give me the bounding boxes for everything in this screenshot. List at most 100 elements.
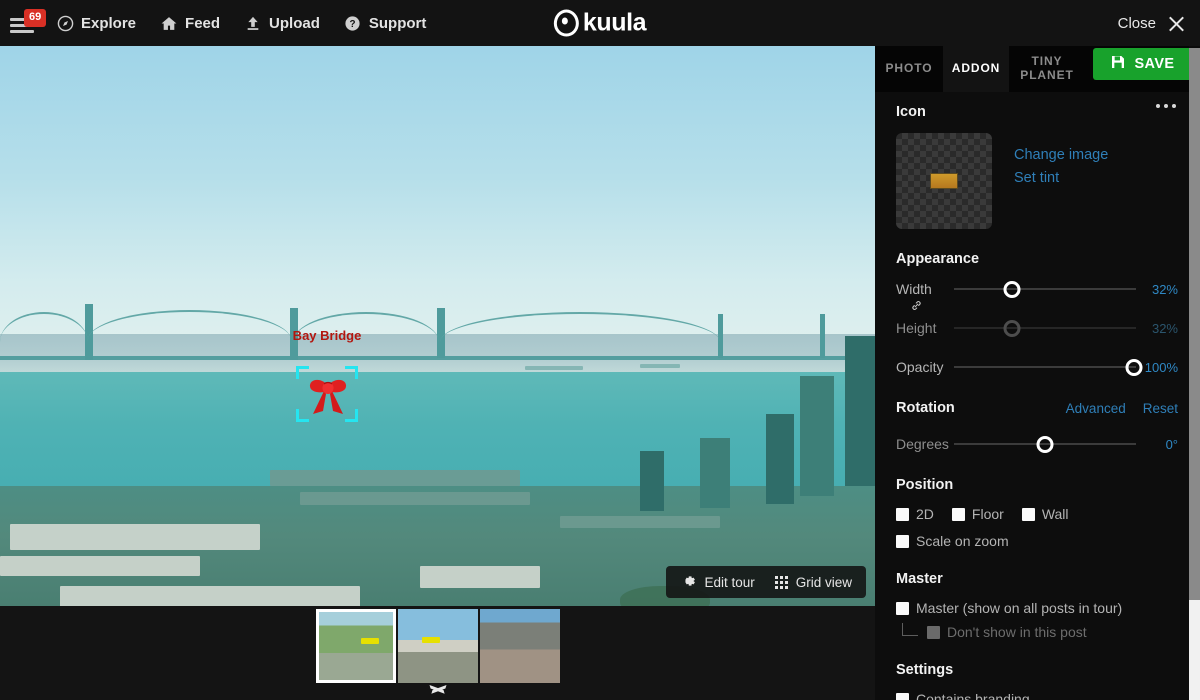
icon-thumbnail-image bbox=[930, 173, 958, 189]
notification-badge: 69 bbox=[24, 9, 47, 27]
set-tint-link[interactable]: Set tint bbox=[1014, 170, 1108, 186]
gear-icon bbox=[680, 573, 696, 592]
floppy-disk-icon bbox=[1110, 54, 1126, 74]
edit-tour-label: Edit tour bbox=[704, 574, 755, 590]
change-image-link[interactable]: Change image bbox=[1014, 147, 1108, 163]
kuula-logo[interactable]: kuula bbox=[553, 8, 647, 38]
width-slider-knob[interactable] bbox=[1003, 281, 1021, 298]
grid-view-label: Grid view bbox=[795, 574, 852, 590]
checkbox-dont-show-in-this-post[interactable]: Don't show in this post bbox=[927, 624, 1087, 640]
thumbnail-item-2[interactable] bbox=[397, 609, 478, 683]
icon-thumbnail[interactable] bbox=[896, 133, 992, 229]
chevron-down-icon[interactable] bbox=[429, 685, 446, 694]
position-section: Position 2D Floor Wall Scale on zoom bbox=[896, 477, 1178, 549]
tree-elbow-icon bbox=[902, 622, 918, 636]
thumbnail-item-1[interactable] bbox=[315, 609, 396, 683]
opacity-slider-row: Opacity 100% bbox=[896, 356, 1178, 378]
opacity-label: Opacity bbox=[896, 359, 944, 375]
checkbox-contains-branding-label: Contains branding bbox=[916, 691, 1030, 700]
checkbox-2d[interactable]: 2D bbox=[896, 506, 934, 522]
height-slider[interactable] bbox=[954, 317, 1136, 339]
checkbox-master-label: Master (show on all posts in tour) bbox=[916, 600, 1123, 616]
panel-scrollbar-bottom[interactable] bbox=[1189, 600, 1200, 700]
degrees-slider-row: Degrees 0° bbox=[896, 433, 1178, 455]
checkbox-dont-show-box[interactable] bbox=[927, 625, 940, 639]
nav-item-support[interactable]: ? Support bbox=[332, 0, 439, 46]
nav-label-feed: Feed bbox=[185, 14, 221, 32]
checkbox-2d-box[interactable] bbox=[896, 507, 909, 521]
degrees-value: 0° bbox=[1165, 436, 1178, 452]
position-options: 2D Floor Wall bbox=[896, 506, 1178, 522]
position-title: Position bbox=[896, 477, 954, 493]
rotation-advanced-link[interactable]: Advanced bbox=[1066, 401, 1126, 416]
kuula-editor: 69 Explore Feed Upload ? Support kuula C… bbox=[0, 0, 1200, 700]
settings-title: Settings bbox=[896, 662, 954, 678]
close-button[interactable]: Close bbox=[1118, 0, 1186, 46]
grid-view-button[interactable]: Grid view bbox=[774, 574, 852, 590]
icon-section-title: Icon bbox=[896, 104, 926, 120]
height-value: 32% bbox=[1151, 320, 1178, 336]
height-slider-knob[interactable] bbox=[1003, 320, 1021, 337]
panorama-image bbox=[0, 46, 875, 606]
opacity-slider-knob[interactable] bbox=[1125, 359, 1143, 376]
rotation-reset-link[interactable]: Reset bbox=[1143, 401, 1178, 416]
panorama-viewer[interactable]: Bay Bridge Edit tour Grid view bbox=[0, 46, 875, 606]
tab-tiny-planet[interactable]: TINY PLANET bbox=[1009, 46, 1085, 92]
checkbox-floor-box[interactable] bbox=[951, 507, 965, 521]
checkbox-contains-branding-box[interactable] bbox=[896, 692, 909, 700]
save-button[interactable]: SAVE bbox=[1093, 48, 1192, 80]
nav-label-upload: Upload bbox=[269, 14, 320, 32]
degrees-slider-knob[interactable] bbox=[1036, 436, 1054, 453]
checkbox-wall[interactable]: Wall bbox=[1021, 506, 1069, 522]
tab-tiny-planet-line1: TINY bbox=[1031, 54, 1063, 69]
checkbox-2d-label: 2D bbox=[916, 506, 934, 522]
checkbox-wall-box[interactable] bbox=[1021, 507, 1035, 521]
checkbox-contains-branding[interactable]: Contains branding bbox=[896, 691, 1030, 700]
master-section: Master Master (show on all posts in tour… bbox=[896, 571, 1178, 640]
panel-scrollbar-thumb[interactable] bbox=[1189, 48, 1200, 600]
nav-item-explore[interactable]: Explore bbox=[44, 0, 148, 46]
kuula-logo-text: kuula bbox=[582, 8, 647, 37]
width-slider-row: Width 32% bbox=[896, 278, 1178, 300]
viewer-toolbar: Edit tour Grid view bbox=[666, 566, 866, 598]
top-navigation-bar: 69 Explore Feed Upload ? Support kuula C… bbox=[0, 0, 1200, 46]
checkbox-floor[interactable]: Floor bbox=[951, 506, 1004, 522]
home-icon bbox=[160, 14, 178, 32]
height-label: Height bbox=[896, 320, 937, 336]
nav-label-support: Support bbox=[368, 14, 427, 32]
upload-icon bbox=[244, 14, 262, 32]
save-label: SAVE bbox=[1134, 56, 1175, 72]
degrees-label: Degrees bbox=[896, 436, 949, 452]
close-label: Close bbox=[1117, 14, 1156, 32]
checkbox-master[interactable]: Master (show on all posts in tour) bbox=[896, 600, 1122, 616]
addon-settings-panel: PHOTO ADDON TINY PLANET SAVE Icon Change… bbox=[875, 46, 1200, 700]
nav-item-upload[interactable]: Upload bbox=[232, 0, 332, 46]
thumbnail-item-3[interactable] bbox=[479, 609, 560, 683]
rotation-section: Rotation Advanced Reset Degrees 0° bbox=[896, 400, 1178, 455]
checkbox-scale-on-zoom-label: Scale on zoom bbox=[916, 533, 1009, 549]
grid-icon bbox=[774, 575, 788, 589]
master-title: Master bbox=[896, 571, 943, 587]
rotation-title: Rotation bbox=[896, 400, 955, 416]
height-slider-row: Height 32% bbox=[896, 317, 1178, 339]
tab-addon[interactable]: ADDON bbox=[943, 46, 1009, 92]
checkbox-scale-on-zoom-box[interactable] bbox=[896, 534, 909, 548]
icon-section: Change image Set tint bbox=[896, 133, 1178, 229]
opacity-slider[interactable] bbox=[954, 356, 1143, 378]
width-label: Width bbox=[896, 281, 932, 297]
checkbox-scale-on-zoom[interactable]: Scale on zoom bbox=[896, 533, 1009, 549]
ellipsis-icon[interactable] bbox=[1156, 104, 1176, 108]
settings-section: Settings Contains branding bbox=[896, 662, 1178, 700]
thumbnail-list bbox=[315, 609, 560, 683]
close-icon bbox=[1167, 14, 1186, 33]
link-icon[interactable] bbox=[910, 299, 923, 317]
edit-tour-button[interactable]: Edit tour bbox=[680, 573, 755, 592]
width-slider[interactable] bbox=[954, 278, 1136, 300]
nav-item-feed[interactable]: Feed bbox=[148, 0, 232, 46]
degrees-slider[interactable] bbox=[954, 433, 1136, 455]
menu-button[interactable]: 69 bbox=[10, 8, 47, 38]
tab-photo[interactable]: PHOTO bbox=[875, 46, 943, 92]
hotspot-bay-bridge[interactable]: Bay Bridge bbox=[293, 328, 361, 422]
checkbox-master-box[interactable] bbox=[896, 601, 909, 615]
compass-icon bbox=[56, 14, 74, 32]
